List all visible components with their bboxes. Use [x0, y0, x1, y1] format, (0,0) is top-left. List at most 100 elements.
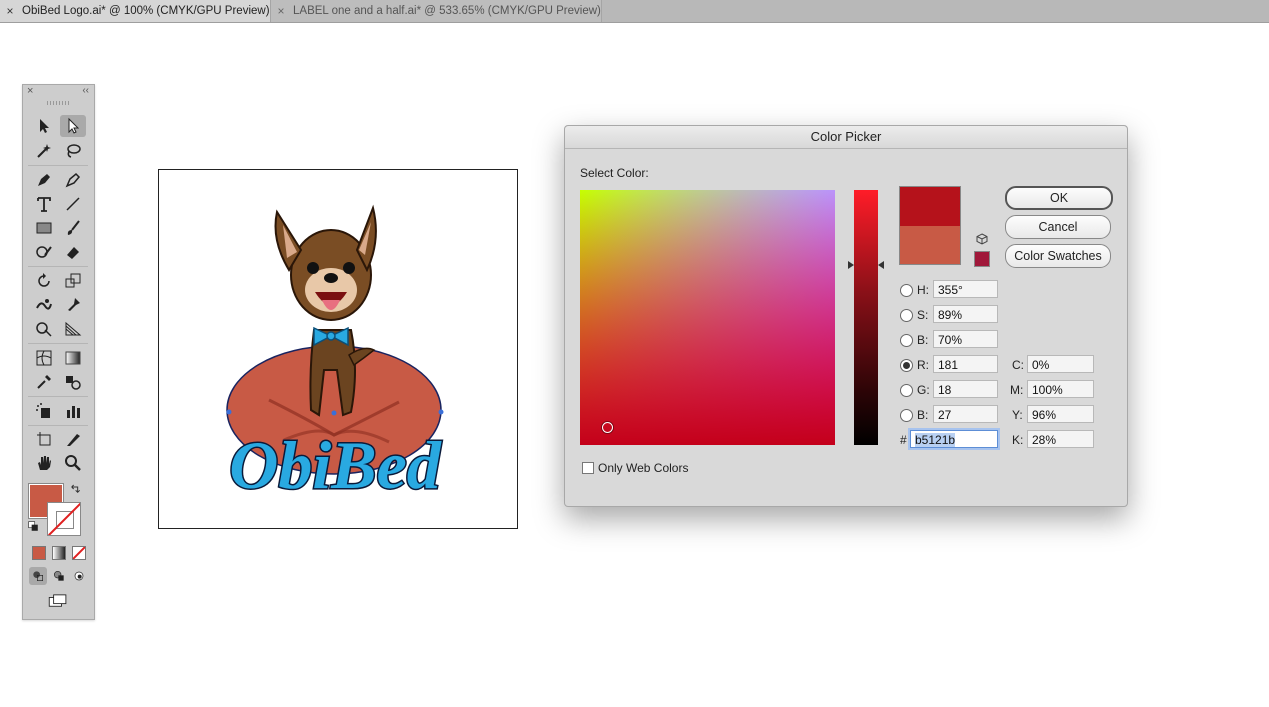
- tab-obibed-logo[interactable]: × ObiBed Logo.ai* @ 100% (CMYK/GPU Previ…: [0, 0, 270, 22]
- curvature-tool-icon[interactable]: [60, 169, 86, 191]
- saturation-input[interactable]: 89%: [933, 305, 998, 323]
- saturation-radio[interactable]: [900, 308, 913, 322]
- dialog-title[interactable]: Color Picker: [565, 126, 1127, 149]
- color-swatches-button[interactable]: Color Swatches: [1005, 244, 1111, 268]
- eraser-tool-icon[interactable]: [60, 241, 86, 263]
- screen-mode-icon[interactable]: [45, 592, 71, 610]
- hue-slider[interactable]: [854, 190, 878, 445]
- new-color-preview: [899, 186, 961, 227]
- magenta-label: M:: [1010, 383, 1024, 397]
- only-web-colors-label[interactable]: Only Web Colors: [598, 461, 688, 475]
- zoom-tool-icon[interactable]: [60, 452, 86, 474]
- panel-grip[interactable]: [47, 101, 69, 105]
- type-tool-icon[interactable]: [31, 193, 57, 215]
- paintbrush-tool-icon[interactable]: [60, 217, 86, 239]
- slice-tool-icon[interactable]: [60, 428, 86, 450]
- lasso-tool-icon[interactable]: [60, 140, 86, 162]
- saturation-radio-row[interactable]: S:: [900, 308, 928, 322]
- slider-handle-left-icon[interactable]: [848, 261, 854, 269]
- hue-input[interactable]: 355°: [933, 280, 998, 298]
- black-label: K:: [1012, 433, 1024, 447]
- hex-input[interactable]: b5121b: [910, 430, 998, 448]
- web-safe-color-swatch[interactable]: [974, 251, 990, 267]
- magenta-input[interactable]: 100%: [1027, 380, 1094, 398]
- green-radio[interactable]: [900, 383, 913, 397]
- cyan-input[interactable]: 0%: [1027, 355, 1094, 373]
- divider: [28, 165, 88, 166]
- green-radio-row[interactable]: G:: [900, 383, 930, 397]
- green-input[interactable]: 18: [933, 380, 998, 398]
- slider-handle-right-icon[interactable]: [878, 261, 884, 269]
- brightness-radio-row[interactable]: B:: [900, 333, 928, 347]
- stroke-color-swatch[interactable]: [47, 502, 81, 536]
- draw-normal-icon[interactable]: [29, 567, 47, 585]
- color-field[interactable]: [580, 190, 835, 445]
- artboard-tool-icon[interactable]: [31, 428, 57, 450]
- blue-radio-row[interactable]: B:: [900, 408, 928, 422]
- gradient-mode-icon[interactable]: [52, 546, 66, 560]
- hex-label: #: [900, 433, 907, 447]
- column-graph-tool-icon[interactable]: [60, 400, 86, 422]
- red-radio-row[interactable]: R:: [900, 358, 929, 372]
- rectangle-tool-icon[interactable]: [31, 217, 57, 239]
- close-tab-icon[interactable]: ×: [275, 4, 287, 18]
- direct-selection-tool-icon[interactable]: [60, 115, 86, 137]
- tab-label-one-and-a-half[interactable]: × LABEL one and a half.ai* @ 533.65% (CM…: [270, 0, 602, 22]
- color-mode-icon[interactable]: [32, 546, 46, 560]
- obibed-logo-artwork[interactable]: ObiBed: [159, 170, 517, 528]
- tools-panel-header: × ‹‹: [23, 85, 94, 97]
- blue-radio[interactable]: [900, 408, 913, 422]
- swap-fill-stroke-icon[interactable]: [67, 481, 83, 497]
- blend-tool-icon[interactable]: [60, 371, 86, 393]
- line-segment-tool-icon[interactable]: [60, 193, 86, 215]
- draw-behind-icon[interactable]: [50, 567, 68, 585]
- cube-icon[interactable]: [976, 233, 988, 248]
- eyedropper-tool-icon[interactable]: [31, 371, 57, 393]
- divider: [28, 343, 88, 344]
- brightness-input[interactable]: 70%: [933, 330, 998, 348]
- tab-label: ObiBed Logo.ai* @ 100% (CMYK/GPU Preview…: [22, 5, 270, 17]
- none-mode-icon[interactable]: [72, 546, 86, 560]
- divider: [28, 425, 88, 426]
- gradient-tool-icon[interactable]: [60, 347, 86, 369]
- red-input[interactable]: 181: [933, 355, 998, 373]
- cancel-button[interactable]: Cancel: [1005, 215, 1111, 239]
- color-picker-dialog: Color Picker Select Color: OK Cancel Col…: [564, 125, 1128, 507]
- hue-radio-row[interactable]: H:: [900, 283, 929, 297]
- scale-tool-icon[interactable]: [60, 270, 86, 292]
- divider: [28, 266, 88, 267]
- blue-input[interactable]: 27: [933, 405, 998, 423]
- red-radio[interactable]: [900, 358, 913, 372]
- puppet-warp-tool-icon[interactable]: [60, 294, 86, 316]
- ok-button[interactable]: OK: [1005, 186, 1113, 210]
- shaper-tool-icon[interactable]: [31, 241, 57, 263]
- yellow-input[interactable]: 96%: [1027, 405, 1094, 423]
- rotate-tool-icon[interactable]: [31, 270, 57, 292]
- selection-tool-icon[interactable]: [31, 115, 57, 137]
- black-input[interactable]: 28%: [1027, 430, 1094, 448]
- original-color-preview[interactable]: [899, 226, 961, 265]
- logo-text: ObiBed: [229, 427, 442, 503]
- close-panel-icon[interactable]: ×: [27, 85, 33, 97]
- shape-builder-tool-icon[interactable]: [31, 318, 57, 340]
- close-tab-icon[interactable]: ×: [4, 4, 16, 18]
- default-fill-stroke-icon[interactable]: [26, 519, 40, 533]
- magic-wand-tool-icon[interactable]: [31, 140, 57, 162]
- brightness-radio[interactable]: [900, 333, 913, 347]
- pen-tool-icon[interactable]: [31, 169, 57, 191]
- document-tab-bar: × ObiBed Logo.ai* @ 100% (CMYK/GPU Previ…: [0, 0, 1269, 23]
- color-field-marker[interactable]: [602, 422, 613, 433]
- artboard[interactable]: ObiBed: [158, 169, 518, 529]
- hand-tool-icon[interactable]: [31, 452, 57, 474]
- collapse-panel-icon[interactable]: ‹‹: [82, 85, 89, 97]
- warp-tool-icon[interactable]: [31, 294, 57, 316]
- mesh-tool-icon[interactable]: [31, 347, 57, 369]
- symbol-sprayer-tool-icon[interactable]: [31, 400, 57, 422]
- only-web-colors-checkbox[interactable]: [582, 462, 594, 474]
- hue-radio[interactable]: [900, 283, 913, 297]
- tab-label: LABEL one and a half.ai* @ 533.65% (CMYK…: [293, 5, 601, 17]
- yellow-label: Y:: [1012, 408, 1023, 422]
- perspective-grid-tool-icon[interactable]: [60, 318, 86, 340]
- draw-inside-icon[interactable]: [70, 567, 88, 585]
- hex-value: b5121b: [915, 433, 956, 447]
